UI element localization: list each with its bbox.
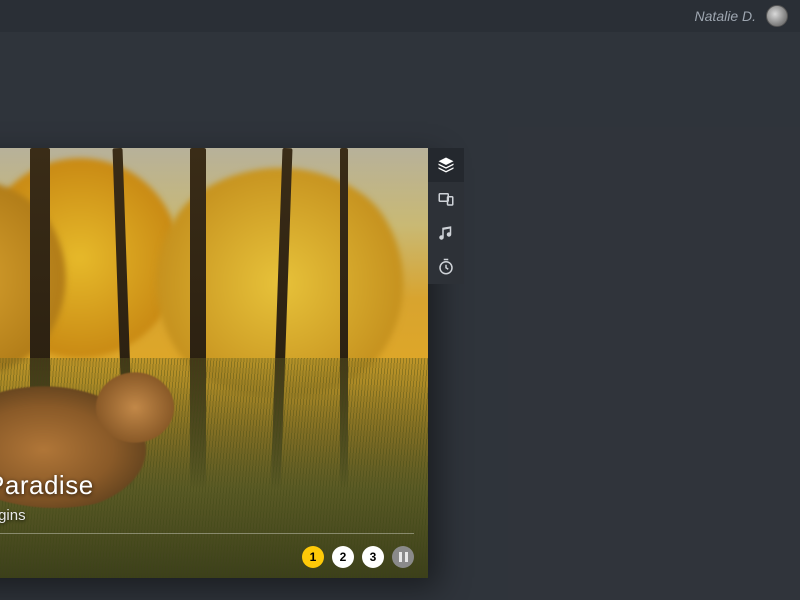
slide-panel: Backyard Is Paradise Wildlife Photograph… bbox=[0, 148, 428, 578]
slide-subtitle: Wildlife Photography Begins bbox=[0, 507, 428, 524]
page-button-1[interactable]: 1 bbox=[302, 546, 324, 568]
pause-button[interactable] bbox=[392, 546, 414, 568]
tool-layers[interactable] bbox=[428, 148, 464, 182]
tool-timer[interactable] bbox=[428, 250, 464, 284]
page-button-3[interactable]: 3 bbox=[362, 546, 384, 568]
page-button-2[interactable]: 2 bbox=[332, 546, 354, 568]
user-name[interactable]: Natalie D. bbox=[695, 8, 756, 24]
caption-divider bbox=[0, 533, 414, 534]
layers-icon bbox=[437, 156, 455, 174]
pause-icon bbox=[399, 552, 402, 562]
tool-music[interactable] bbox=[428, 216, 464, 250]
music-icon bbox=[437, 224, 455, 242]
slide-pager: 1 2 3 bbox=[302, 546, 414, 568]
slide-title: Backyard Is Paradise bbox=[0, 470, 428, 501]
tool-devices[interactable] bbox=[428, 182, 464, 216]
slide-caption: Backyard Is Paradise Wildlife Photograph… bbox=[0, 470, 428, 524]
top-bar: Natalie D. bbox=[0, 0, 800, 32]
tool-rail bbox=[428, 148, 464, 284]
avatar[interactable] bbox=[766, 5, 788, 27]
timer-icon bbox=[437, 258, 455, 276]
devices-icon bbox=[437, 190, 455, 208]
